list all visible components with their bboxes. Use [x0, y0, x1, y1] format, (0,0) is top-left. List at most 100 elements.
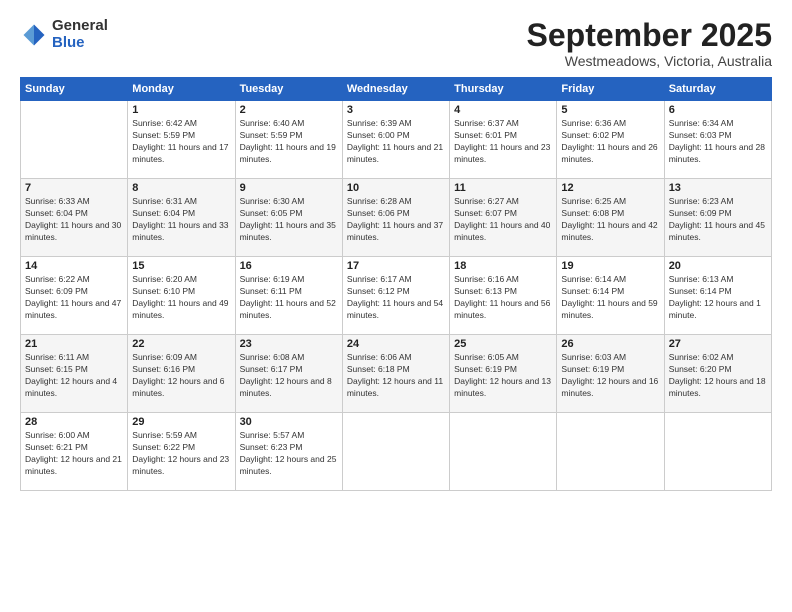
- calendar-cell: 12 Sunrise: 6:25 AMSunset: 6:08 PMDayligh…: [557, 179, 664, 257]
- month-title: September 2025: [527, 18, 772, 53]
- day-number: 11: [454, 182, 552, 194]
- day-number: 24: [347, 338, 445, 350]
- calendar-cell: 29 Sunrise: 5:59 AMSunset: 6:22 PMDayligh…: [128, 413, 235, 491]
- col-tuesday: Tuesday: [235, 78, 342, 101]
- day-number: 9: [240, 182, 338, 194]
- calendar-cell: 17 Sunrise: 6:17 AMSunset: 6:12 PMDayligh…: [342, 257, 449, 335]
- calendar-cell: [342, 413, 449, 491]
- day-info: Sunrise: 6:13 AMSunset: 6:14 PMDaylight:…: [669, 274, 767, 322]
- calendar-cell: 5 Sunrise: 6:36 AMSunset: 6:02 PMDaylight…: [557, 101, 664, 179]
- calendar-cell: [21, 101, 128, 179]
- calendar-cell: 14Sunrise: 6:22 AMSunset: 6:09 PMDayligh…: [21, 257, 128, 335]
- day-info: Sunrise: 6:34 AMSunset: 6:03 PMDaylight:…: [669, 118, 767, 166]
- page: General Blue September 2025 Westmeadows,…: [0, 0, 792, 612]
- header: General Blue September 2025 Westmeadows,…: [20, 18, 772, 69]
- title-block: September 2025 Westmeadows, Victoria, Au…: [527, 18, 772, 69]
- calendar-week-5: 28 Sunrise: 6:00 AMSunset: 6:21 PMDayligh…: [21, 413, 772, 491]
- day-number: 2: [240, 104, 338, 116]
- day-number: 10: [347, 182, 445, 194]
- day-info: Sunrise: 6:17 AMSunset: 6:12 PMDaylight:…: [347, 274, 445, 322]
- day-number: 26: [561, 338, 659, 350]
- day-info: Sunrise: 6:37 AMSunset: 6:01 PMDaylight:…: [454, 118, 552, 166]
- day-number: 4: [454, 104, 552, 116]
- day-info: Sunrise: 6:00 AMSunset: 6:21 PMDaylight:…: [25, 430, 123, 478]
- day-number: 13: [669, 182, 767, 194]
- calendar-cell: [664, 413, 771, 491]
- col-friday: Friday: [557, 78, 664, 101]
- calendar-cell: 30 Sunrise: 5:57 AMSunset: 6:23 PMDayligh…: [235, 413, 342, 491]
- day-info: Sunrise: 6:42 AMSunset: 5:59 PMDaylight:…: [132, 118, 230, 166]
- day-number: 29: [132, 416, 230, 428]
- day-number: 20: [669, 260, 767, 272]
- calendar-cell: 3 Sunrise: 6:39 AMSunset: 6:00 PMDaylight…: [342, 101, 449, 179]
- calendar-cell: [450, 413, 557, 491]
- calendar-cell: 26 Sunrise: 6:03 AMSunset: 6:19 PMDayligh…: [557, 335, 664, 413]
- day-number: 22: [132, 338, 230, 350]
- calendar-week-3: 14Sunrise: 6:22 AMSunset: 6:09 PMDayligh…: [21, 257, 772, 335]
- day-info: Sunrise: 6:25 AMSunset: 6:08 PMDaylight:…: [561, 196, 659, 244]
- calendar-cell: 21 Sunrise: 6:11 AMSunset: 6:15 PMDayligh…: [21, 335, 128, 413]
- calendar-cell: 2 Sunrise: 6:40 AMSunset: 5:59 PMDaylight…: [235, 101, 342, 179]
- day-info: Sunrise: 6:03 AMSunset: 6:19 PMDaylight:…: [561, 352, 659, 400]
- day-info: Sunrise: 6:14 AMSunset: 6:14 PMDaylight:…: [561, 274, 659, 322]
- day-number: 15: [132, 260, 230, 272]
- day-number: 12: [561, 182, 659, 194]
- day-number: 30: [240, 416, 338, 428]
- calendar-cell: 18 Sunrise: 6:16 AMSunset: 6:13 PMDayligh…: [450, 257, 557, 335]
- day-info: Sunrise: 6:39 AMSunset: 6:00 PMDaylight:…: [347, 118, 445, 166]
- day-number: 28: [25, 416, 123, 428]
- logo-general-label: General: [52, 18, 108, 35]
- calendar-cell: 1 Sunrise: 6:42 AMSunset: 5:59 PMDaylight…: [128, 101, 235, 179]
- day-info: Sunrise: 6:02 AMSunset: 6:20 PMDaylight:…: [669, 352, 767, 400]
- day-info: Sunrise: 6:23 AMSunset: 6:09 PMDaylight:…: [669, 196, 767, 244]
- day-info: Sunrise: 6:36 AMSunset: 6:02 PMDaylight:…: [561, 118, 659, 166]
- logo-icon: [20, 21, 48, 49]
- header-row: Sunday Monday Tuesday Wednesday Thursday…: [21, 78, 772, 101]
- day-info: Sunrise: 6:33 AMSunset: 6:04 PMDaylight:…: [25, 196, 123, 244]
- day-info: Sunrise: 6:31 AMSunset: 6:04 PMDaylight:…: [132, 196, 230, 244]
- calendar-cell: 27 Sunrise: 6:02 AMSunset: 6:20 PMDayligh…: [664, 335, 771, 413]
- calendar-cell: 4 Sunrise: 6:37 AMSunset: 6:01 PMDaylight…: [450, 101, 557, 179]
- day-number: 16: [240, 260, 338, 272]
- day-info: Sunrise: 6:22 AMSunset: 6:09 PMDaylight:…: [25, 274, 123, 322]
- calendar-cell: [557, 413, 664, 491]
- day-number: 7: [25, 182, 123, 194]
- day-number: 17: [347, 260, 445, 272]
- calendar-cell: 9 Sunrise: 6:30 AMSunset: 6:05 PMDaylight…: [235, 179, 342, 257]
- day-info: Sunrise: 5:59 AMSunset: 6:22 PMDaylight:…: [132, 430, 230, 478]
- day-info: Sunrise: 6:27 AMSunset: 6:07 PMDaylight:…: [454, 196, 552, 244]
- day-number: 21: [25, 338, 123, 350]
- day-info: Sunrise: 6:06 AMSunset: 6:18 PMDaylight:…: [347, 352, 445, 400]
- calendar-cell: 13 Sunrise: 6:23 AMSunset: 6:09 PMDayligh…: [664, 179, 771, 257]
- calendar-cell: 7 Sunrise: 6:33 AMSunset: 6:04 PMDaylight…: [21, 179, 128, 257]
- day-number: 5: [561, 104, 659, 116]
- day-number: 3: [347, 104, 445, 116]
- calendar-week-4: 21 Sunrise: 6:11 AMSunset: 6:15 PMDayligh…: [21, 335, 772, 413]
- logo: General Blue: [20, 18, 108, 51]
- day-number: 1: [132, 104, 230, 116]
- calendar-cell: 24 Sunrise: 6:06 AMSunset: 6:18 PMDayligh…: [342, 335, 449, 413]
- calendar-cell: 23Sunrise: 6:08 AMSunset: 6:17 PMDayligh…: [235, 335, 342, 413]
- day-number: 25: [454, 338, 552, 350]
- day-info: Sunrise: 5:57 AMSunset: 6:23 PMDaylight:…: [240, 430, 338, 478]
- day-number: 19: [561, 260, 659, 272]
- day-number: 27: [669, 338, 767, 350]
- calendar-week-2: 7 Sunrise: 6:33 AMSunset: 6:04 PMDaylight…: [21, 179, 772, 257]
- day-info: Sunrise: 6:40 AMSunset: 5:59 PMDaylight:…: [240, 118, 338, 166]
- col-wednesday: Wednesday: [342, 78, 449, 101]
- day-number: 8: [132, 182, 230, 194]
- day-info: Sunrise: 6:30 AMSunset: 6:05 PMDaylight:…: [240, 196, 338, 244]
- col-monday: Monday: [128, 78, 235, 101]
- calendar-cell: 20 Sunrise: 6:13 AMSunset: 6:14 PMDayligh…: [664, 257, 771, 335]
- day-number: 18: [454, 260, 552, 272]
- day-info: Sunrise: 6:28 AMSunset: 6:06 PMDaylight:…: [347, 196, 445, 244]
- day-info: Sunrise: 6:11 AMSunset: 6:15 PMDaylight:…: [25, 352, 123, 400]
- col-saturday: Saturday: [664, 78, 771, 101]
- calendar-cell: 11 Sunrise: 6:27 AMSunset: 6:07 PMDayligh…: [450, 179, 557, 257]
- calendar-cell: 28 Sunrise: 6:00 AMSunset: 6:21 PMDayligh…: [21, 413, 128, 491]
- calendar-cell: 22Sunrise: 6:09 AMSunset: 6:16 PMDayligh…: [128, 335, 235, 413]
- calendar-cell: 19 Sunrise: 6:14 AMSunset: 6:14 PMDayligh…: [557, 257, 664, 335]
- calendar-cell: 15Sunrise: 6:20 AMSunset: 6:10 PMDayligh…: [128, 257, 235, 335]
- day-info: Sunrise: 6:16 AMSunset: 6:13 PMDaylight:…: [454, 274, 552, 322]
- logo-text: General Blue: [52, 18, 108, 51]
